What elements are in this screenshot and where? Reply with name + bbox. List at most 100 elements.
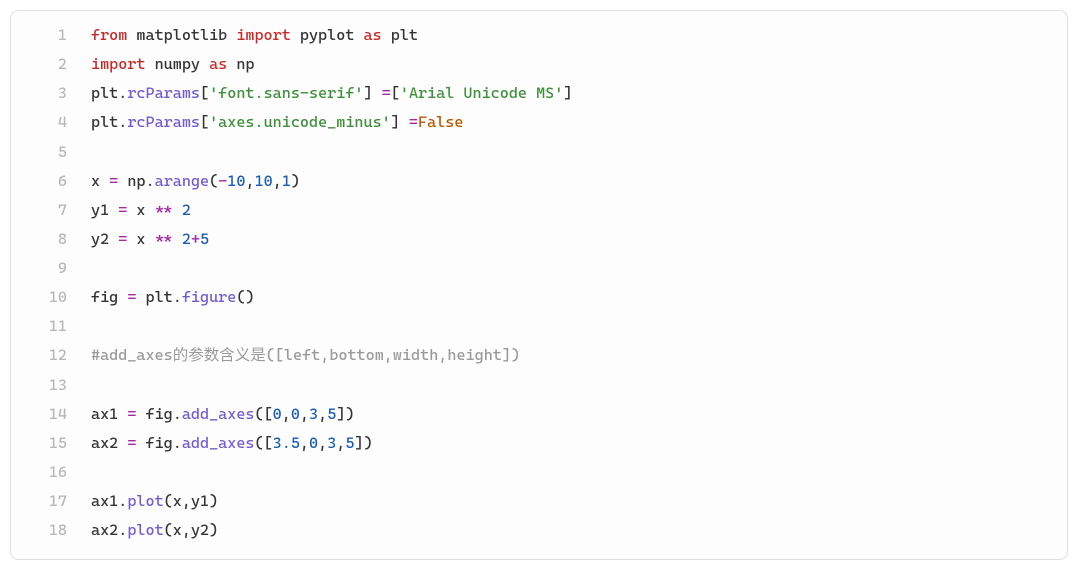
token-num: 2	[182, 230, 191, 248]
token-pun: ,	[300, 405, 309, 423]
code-content: plt.rcParams['axes.unicode_minus'] =Fals…	[91, 108, 1067, 137]
token-pun: [	[200, 84, 209, 102]
code-line: 3plt.rcParams['font.sans-serif'] =['Aria…	[11, 79, 1067, 108]
code-line: 9	[11, 254, 1067, 283]
token-id: plt	[91, 113, 118, 131]
line-number: 3	[11, 79, 91, 108]
code-content: from matplotlib import pyplot as plt	[91, 21, 1067, 50]
token-num: 10	[255, 172, 273, 190]
token-op: **	[155, 230, 173, 248]
token-pun: .	[146, 172, 155, 190]
code-content: x = np.arange(-10,10,1)	[91, 167, 1067, 196]
code-line: 16	[11, 458, 1067, 487]
line-number: 14	[11, 400, 91, 429]
line-number: 16	[11, 458, 91, 487]
token-id: ax1	[91, 405, 127, 423]
token-pun: )	[209, 521, 218, 539]
token-kw: import	[91, 55, 146, 73]
token-num: 0	[291, 405, 300, 423]
token-op: =	[382, 84, 391, 102]
token-num: 3	[327, 434, 336, 452]
code-line: 15ax2 = fig.add_axes([3.5,0,3,5])	[11, 429, 1067, 458]
token-id: y2	[191, 521, 209, 539]
token-fn: rcParams	[127, 113, 200, 131]
code-content: ax1.plot(x,y1)	[91, 487, 1067, 516]
line-number: 15	[11, 429, 91, 458]
token-op: **	[155, 201, 173, 219]
code-line: 12#add_axes的参数含义是([left,bottom,width,hei…	[11, 341, 1067, 370]
token-kw: from	[91, 26, 127, 44]
token-id	[173, 201, 182, 219]
line-number: 1	[11, 21, 91, 50]
token-pun: ,	[182, 521, 191, 539]
token-pun: .	[118, 492, 127, 510]
token-id: ax1	[91, 492, 118, 510]
token-num: 3	[309, 405, 318, 423]
token-str: 'Arial Unicode MS'	[400, 84, 563, 102]
token-op: -	[218, 172, 227, 190]
token-id: plt	[382, 26, 418, 44]
token-fn: plot	[127, 521, 163, 539]
token-op: =	[109, 172, 118, 190]
token-pun: ,	[318, 405, 327, 423]
token-pun: ]	[364, 84, 382, 102]
token-id: fig	[136, 405, 172, 423]
token-pun: ,	[300, 434, 309, 452]
line-number: 13	[11, 371, 91, 400]
code-line: 4plt.rcParams['axes.unicode_minus'] =Fal…	[11, 108, 1067, 137]
token-pun: ,	[318, 434, 327, 452]
token-pun: .	[173, 434, 182, 452]
code-line: 17ax1.plot(x,y1)	[11, 487, 1067, 516]
code-line: 7y1 = x ** 2	[11, 196, 1067, 225]
code-line: 6x = np.arange(-10,10,1)	[11, 167, 1067, 196]
code-line: 8y2 = x ** 2+5	[11, 225, 1067, 254]
token-fn: add_axes	[182, 434, 255, 452]
token-pun: .	[118, 113, 127, 131]
code-block: 1from matplotlib import pyplot as plt2im…	[10, 10, 1068, 560]
line-number: 2	[11, 50, 91, 79]
token-id: plt	[136, 288, 172, 306]
token-num: 3.5	[273, 434, 300, 452]
token-pun: [	[200, 113, 209, 131]
token-op: =	[118, 201, 127, 219]
token-num: 5	[200, 230, 209, 248]
token-pun: ([	[255, 434, 273, 452]
line-number: 8	[11, 225, 91, 254]
code-content: y2 = x ** 2+5	[91, 225, 1067, 254]
code-line: 2import numpy as np	[11, 50, 1067, 79]
token-str: 'font.sans-serif'	[209, 84, 363, 102]
token-fn: plot	[127, 492, 163, 510]
token-id: ax2	[91, 521, 118, 539]
code-line: 13	[11, 371, 1067, 400]
token-kw: as	[209, 55, 227, 73]
token-id: fig	[91, 288, 127, 306]
line-number: 6	[11, 167, 91, 196]
code-content: import numpy as np	[91, 50, 1067, 79]
token-pun: (	[164, 492, 173, 510]
token-id: x	[173, 492, 182, 510]
token-id: x	[91, 172, 109, 190]
token-id: y2	[91, 230, 118, 248]
token-pun: .	[118, 84, 127, 102]
code-line: 11	[11, 312, 1067, 341]
token-id: np	[227, 55, 254, 73]
code-line: 14ax1 = fig.add_axes([0,0,3,5])	[11, 400, 1067, 429]
token-num: 5	[327, 405, 336, 423]
token-pun: ,	[273, 172, 282, 190]
token-kw: import	[236, 26, 291, 44]
line-number: 9	[11, 254, 91, 283]
token-num: 10	[227, 172, 245, 190]
line-number: 12	[11, 341, 91, 370]
token-pun: .	[173, 288, 182, 306]
token-pun: ])	[336, 405, 354, 423]
token-pun: (	[209, 172, 218, 190]
line-number: 7	[11, 196, 91, 225]
token-id: matplotlib	[127, 26, 236, 44]
code-line: 5	[11, 138, 1067, 167]
token-str: 'axes.unicode_minus'	[209, 113, 391, 131]
token-id: fig	[136, 434, 172, 452]
code-content: fig = plt.figure()	[91, 283, 1067, 312]
line-number: 4	[11, 108, 91, 137]
token-id: np	[118, 172, 145, 190]
token-pun: ([	[255, 405, 273, 423]
